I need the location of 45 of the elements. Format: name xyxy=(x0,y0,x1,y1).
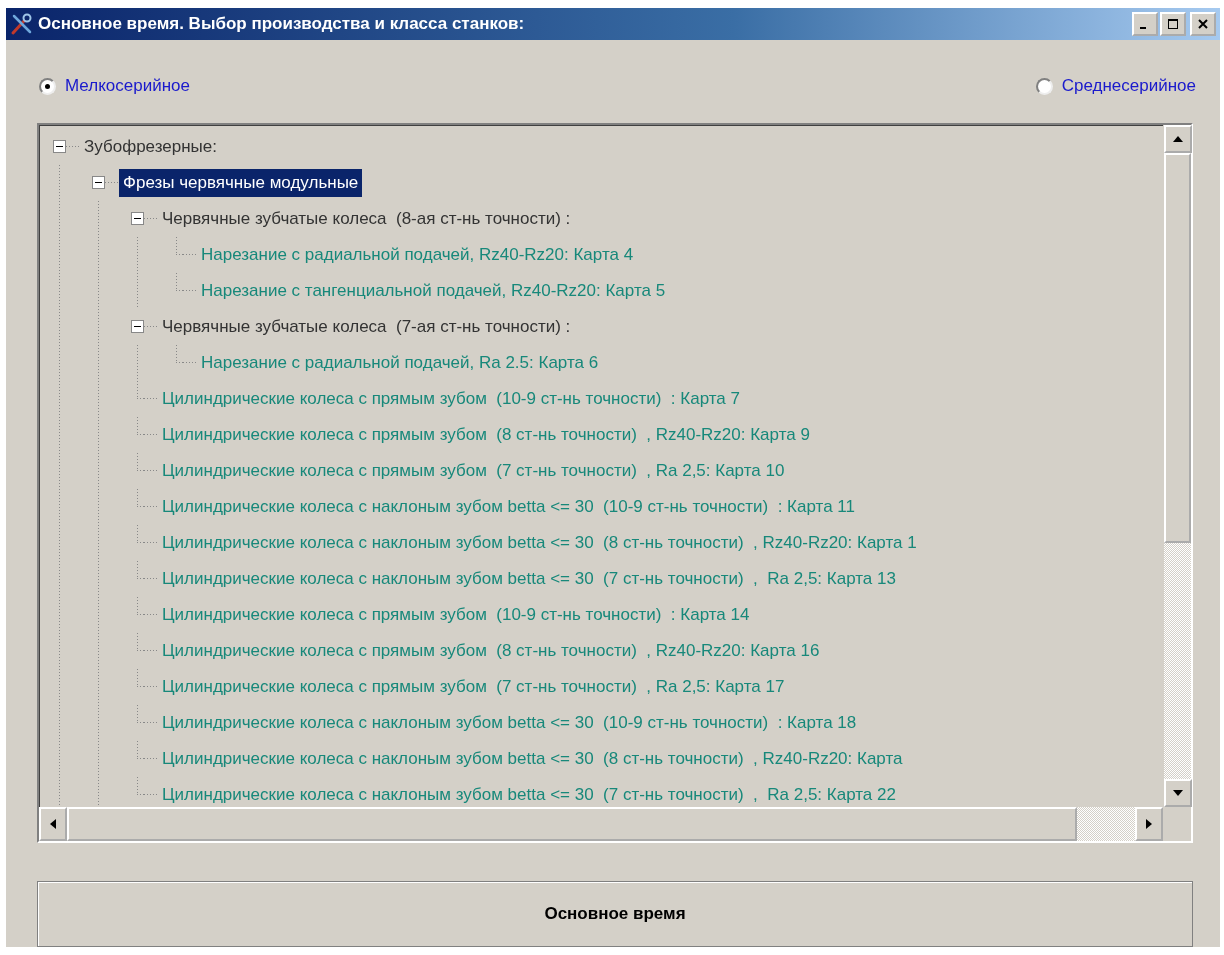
tree-item[interactable]: Фрезы червячные модульные xyxy=(119,168,363,197)
maximize-icon xyxy=(1167,18,1179,30)
collapse-icon[interactable] xyxy=(131,320,144,334)
radio-option[interactable]: Среднесерийное xyxy=(1035,76,1196,97)
minimize-icon xyxy=(1140,27,1146,29)
tree-item[interactable]: Цилиндрические колеса с прямым зубом (7 ст-нь точности) , Ra 2,5: Карта 10 xyxy=(158,456,789,485)
tree-item[interactable]: Цилиндрические колеса с прямым зубом (8 ст-нь точности) , Rz40-Rz20: Карта 16 xyxy=(158,636,824,665)
radio-button[interactable] xyxy=(39,77,56,95)
scroll-down-button[interactable] xyxy=(1164,778,1192,807)
tree-item[interactable]: Цилиндрические колеса с прямым зубом (10-9 ст-нь точности) : Карта 14 xyxy=(158,600,754,629)
radio-option[interactable]: Мелкосерийное xyxy=(39,76,190,97)
radio-button[interactable] xyxy=(1035,77,1053,95)
collapse-icon[interactable] xyxy=(131,212,144,226)
tree-item[interactable]: Цилиндрические колеса с наклоным зубом betta <= 30 (7 ст-нь точности) , Ra 2,5: Карта 13 xyxy=(158,564,900,593)
tree-item[interactable]: Червячные зубчатые колеса (8-ая ст-нь точности) : xyxy=(158,204,575,233)
down-arrow-icon xyxy=(1173,789,1183,796)
tree-item[interactable]: Червячные зубчатые колеса (7-ая ст-нь точности) : xyxy=(158,312,575,341)
tree-item[interactable]: Цилиндрические колеса с наклоным зубом betta <= 30 (8 ст-нь точности) , Rz40-Rz20: Карта xyxy=(158,744,907,773)
tree-item[interactable]: Цилиндрические колеса с наклоным зубом betta <= 30 (7 ст-нь точности) , Ra 2,5: Карта 22 xyxy=(158,780,900,807)
scroll-up-button[interactable] xyxy=(1164,124,1192,153)
scrollbar-thumb[interactable] xyxy=(1164,152,1191,543)
left-arrow-icon xyxy=(50,818,56,829)
tree-item[interactable]: Цилиндрические колеса с наклоным зубом betta <= 30 (8 ст-нь точности) , Rz40-Rz20: Карта 1 xyxy=(158,528,921,557)
close-button[interactable] xyxy=(1190,12,1216,36)
action-button[interactable]: Основное время xyxy=(37,880,1193,947)
right-arrow-icon xyxy=(1146,818,1152,829)
tree-item[interactable]: Нарезание с тангенциальной подачей, Rz40-Rz20: Карта 5 xyxy=(197,276,670,305)
tree-item[interactable]: Нарезание с радиальной подачей, Rz40-Rz20: Карта 4 xyxy=(197,240,638,269)
collapse-icon[interactable] xyxy=(92,176,105,190)
tree-item[interactable]: Цилиндрические колеса с прямым зубом (10-9 ст-нь точности) : Карта 7 xyxy=(158,384,744,413)
tree-item[interactable]: Цилиндрические колеса с наклоным зубом betta <= 30 (10-9 ст-нь точности) : Карта 18 xyxy=(158,708,861,737)
maximize-button[interactable] xyxy=(1160,12,1186,36)
window-title: Основное время. Выбор производства и класса станков: xyxy=(38,14,526,34)
close-icon xyxy=(1197,18,1209,30)
tree-item[interactable]: Цилиндрические колеса с прямым зубом (7 ст-нь точности) , Ra 2,5: Карта 17 xyxy=(158,672,789,701)
tree-item[interactable]: Цилиндрические колеса с прямым зубом (8 ст-нь точности) , Rz40-Rz20: Карта 9 xyxy=(158,420,814,449)
tree-item[interactable]: Зубофрезерные: xyxy=(80,132,221,161)
up-arrow-icon xyxy=(1173,135,1183,142)
scroll-left-button[interactable] xyxy=(39,806,67,841)
scroll-right-button[interactable] xyxy=(1135,806,1163,841)
tree-item[interactable]: Цилиндрические колеса с наклоным зубом betta <= 30 (10-9 ст-нь точности) : Карта 11 xyxy=(158,492,859,521)
vertical-scrollbar[interactable] xyxy=(1163,124,1191,807)
tools-icon xyxy=(10,12,34,36)
tree-item[interactable]: Нарезание с радиальной подачей, Ra 2.5: Карта 6 xyxy=(197,348,603,377)
collapse-icon[interactable] xyxy=(53,140,66,154)
